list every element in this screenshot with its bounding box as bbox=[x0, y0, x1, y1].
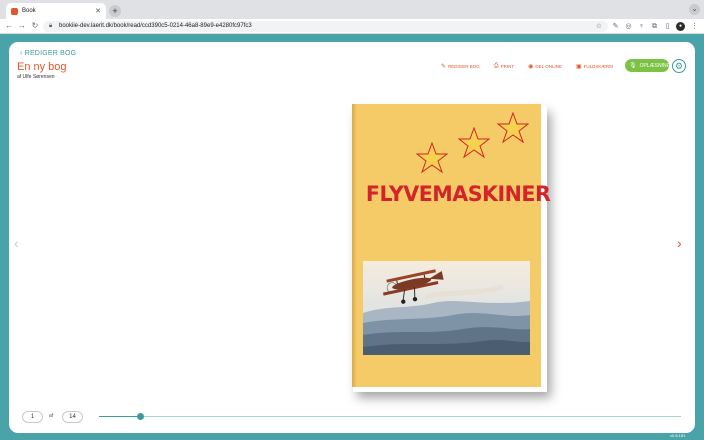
settings-button[interactable]: ⚙ bbox=[672, 59, 686, 73]
menu-dots-icon[interactable]: ⋮ bbox=[690, 22, 699, 31]
page-slider-thumb[interactable] bbox=[136, 413, 144, 420]
back-arrow-icon[interactable]: ← bbox=[4, 21, 14, 31]
page-title: En ny bog bbox=[17, 61, 67, 73]
reader-card: ‹ REDIGER BOG En ny bog af Ulfe Sørensen… bbox=[9, 42, 695, 433]
printer-icon: ⎙ bbox=[493, 63, 499, 69]
back-link[interactable]: ‹ REDIGER BOG bbox=[20, 50, 76, 57]
browser-toolbar: ← → ↻ 🔒︎ bookiie-dev.laerit.dk/book/read… bbox=[0, 19, 704, 34]
share-online-button[interactable]: ◉ DEL ONLINE bbox=[528, 63, 562, 70]
print-label: PRINT bbox=[500, 64, 515, 69]
lock-icon: 🔒︎ bbox=[49, 23, 53, 29]
extension-icon[interactable]: ♆ bbox=[637, 22, 646, 31]
chevron-down-icon[interactable]: ⌄ bbox=[689, 4, 700, 15]
biplane-image bbox=[363, 261, 530, 355]
extension-icon[interactable]: ✎ bbox=[611, 22, 620, 31]
extension-icon[interactable]: ◎ bbox=[624, 22, 633, 31]
microphone-icon: 🎙︎ bbox=[629, 63, 637, 69]
fullscreen-button[interactable]: ▣ FULDSKÆRM bbox=[576, 63, 613, 70]
bookmark-star-icon[interactable]: ☆ bbox=[596, 21, 602, 32]
browser-tab[interactable]: Book ✕ bbox=[6, 3, 106, 19]
fullscreen-label: FULDSKÆRM bbox=[583, 64, 613, 69]
star-icon bbox=[497, 112, 529, 144]
browser-tab-title: Book bbox=[22, 8, 36, 14]
chevron-left-icon: ‹ bbox=[14, 235, 19, 251]
address-text: bookiie-dev.laerit.dk/book/read/ccd390c5… bbox=[59, 23, 252, 29]
edit-book-label: REDIGER BOG bbox=[448, 64, 480, 69]
pencil-icon: ✎ bbox=[441, 64, 447, 70]
cover-title: FLYVEMASKINER bbox=[365, 182, 551, 206]
close-icon[interactable]: ✕ bbox=[95, 7, 101, 15]
new-tab-button[interactable]: + bbox=[109, 5, 121, 17]
book-spine bbox=[352, 104, 357, 387]
version-label: v0.8.181 bbox=[670, 433, 686, 438]
page-total: 14 bbox=[62, 411, 83, 423]
fullscreen-icon: ▣ bbox=[575, 64, 582, 70]
action-bar: ✎ REDIGER BOG ⎙ PRINT ◉ DEL ONLINE ▣ FUL… bbox=[441, 63, 613, 70]
star-icon bbox=[458, 127, 490, 159]
read-aloud-label: OPLÆSNING bbox=[639, 62, 671, 69]
page-of-label: af bbox=[49, 413, 54, 419]
page-slider-fill bbox=[99, 416, 141, 417]
forward-arrow-icon[interactable]: → bbox=[17, 21, 27, 31]
globe-icon: ◉ bbox=[528, 64, 534, 70]
puzzle-icon[interactable]: ⧉ bbox=[650, 22, 659, 31]
reload-icon[interactable]: ↻ bbox=[30, 21, 40, 31]
read-aloud-button[interactable]: 🎙︎ OPLÆSNING bbox=[625, 59, 671, 72]
gear-icon: ⚙ bbox=[674, 61, 684, 71]
favicon-icon bbox=[11, 7, 18, 15]
previous-page-button[interactable]: ‹ bbox=[14, 235, 19, 251]
back-link-label: REDIGER BOG bbox=[24, 50, 77, 57]
share-online-label: DEL ONLINE bbox=[535, 64, 562, 69]
page-slider-track[interactable] bbox=[99, 416, 681, 417]
chevron-right-icon: › bbox=[677, 235, 682, 251]
book-author: af Ulfe Sørensen bbox=[17, 74, 55, 80]
address-bar[interactable]: 🔒︎ bookiie-dev.laerit.dk/book/read/ccd39… bbox=[43, 21, 608, 32]
print-button[interactable]: ⎙ PRINT bbox=[494, 63, 514, 70]
sidebar-icon[interactable]: ▯ bbox=[663, 22, 672, 31]
profile-avatar[interactable]: ● bbox=[676, 22, 685, 31]
star-icon bbox=[416, 142, 448, 174]
page-number-input[interactable]: 1 bbox=[22, 411, 43, 423]
next-page-button[interactable]: › bbox=[677, 235, 682, 251]
book-cover: FLYVEMASKINER bbox=[352, 104, 551, 387]
browser-tab-bar: Book ✕ + ⌄ bbox=[0, 0, 704, 19]
edit-book-button[interactable]: ✎ REDIGER BOG bbox=[441, 63, 480, 70]
